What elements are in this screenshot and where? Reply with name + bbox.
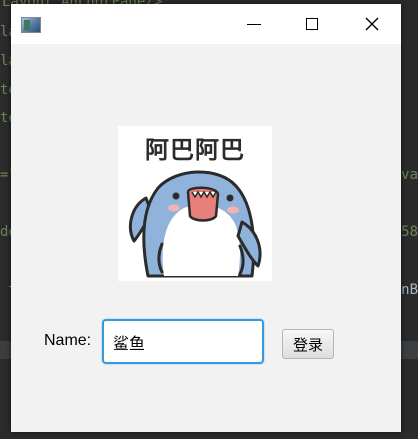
minimize-icon — [247, 23, 261, 25]
mascot-caption: 阿巴阿巴 — [145, 136, 245, 164]
close-icon — [365, 17, 379, 31]
minimize-button[interactable] — [225, 4, 283, 44]
name-label: Name: — [44, 332, 92, 349]
maximize-icon — [306, 18, 318, 30]
ide-code-fragment: 58 — [401, 224, 418, 240]
close-button[interactable] — [343, 4, 401, 44]
app-icon — [21, 17, 41, 33]
ide-code-fragment: nB — [401, 282, 418, 298]
shark-mascot-image: 阿巴阿巴 — [118, 126, 272, 281]
login-button[interactable]: 登录 — [282, 329, 334, 359]
name-input[interactable] — [102, 319, 264, 364]
ide-code-fragment: va — [401, 167, 418, 183]
maximize-button[interactable] — [283, 4, 341, 44]
app-window: 阿巴阿巴 Name: 登录 — [11, 4, 401, 432]
title-bar[interactable] — [11, 4, 401, 44]
